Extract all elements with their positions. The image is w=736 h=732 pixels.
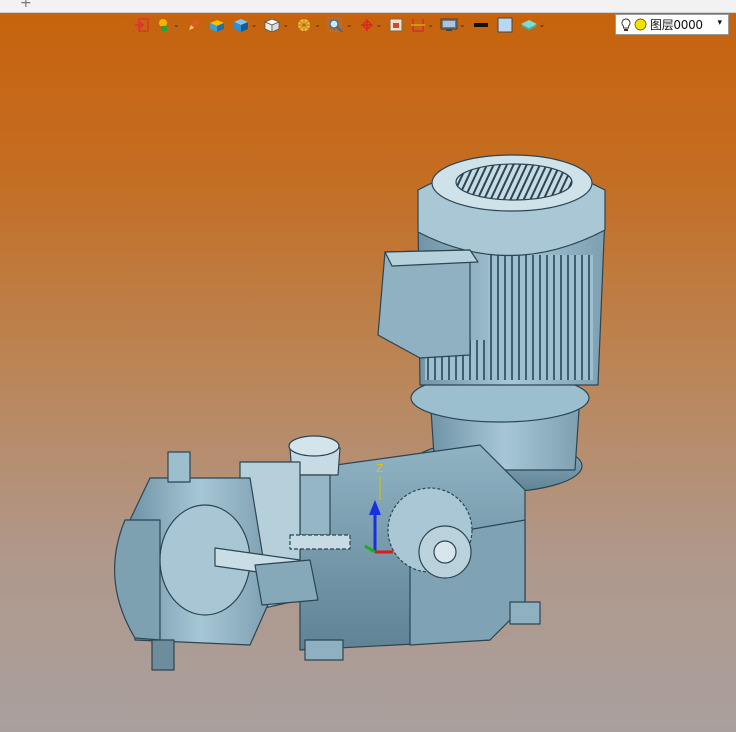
spring-coils (289, 534, 351, 550)
valve-bottom (151, 639, 175, 671)
coordinate-axis-button[interactable]: ⌄ (357, 14, 385, 36)
gearbox-foot-left (304, 639, 344, 661)
layer-material-icon (520, 20, 537, 30)
motor-fins (488, 255, 593, 380)
shaded-solid-button[interactable]: ⌄ (230, 14, 260, 36)
render-sphere-icon (297, 18, 312, 32)
tab-strip: + (0, 0, 736, 13)
motor-grille-pattern (455, 163, 573, 201)
layer-selector[interactable]: 图层0000 ▾ (615, 14, 729, 35)
zoom-fit-button[interactable]: ⌄ (325, 14, 355, 36)
chevron-down-icon: ⌄ (282, 20, 290, 29)
section-view-icon (411, 19, 426, 32)
pencil-button[interactable] (184, 14, 204, 36)
chevron-down-icon: ⌄ (427, 20, 434, 29)
diaphragm-chamber (113, 519, 161, 641)
view-toolbar: ⌄ ⌄ ⌄ ⌄ ⌄ ⌄ ⌄ ⌄ ⌄ (132, 14, 547, 36)
view-frame-icon (389, 18, 403, 32)
zoom-fit-icon (327, 17, 343, 33)
model-viewport[interactable]: Z (0, 36, 736, 732)
render-sphere-button[interactable]: ⌄ (293, 14, 323, 36)
chevron-down-icon: ⌄ (250, 20, 258, 29)
exit-sketch-button[interactable] (132, 14, 152, 36)
view-frame-button[interactable] (386, 14, 406, 36)
crank-link (254, 559, 319, 606)
pencil-icon (188, 19, 200, 30)
exit-sketch-icon (135, 18, 149, 32)
chevron-down-icon: ⌄ (314, 20, 321, 29)
section-view-button[interactable]: ⌄ (408, 14, 436, 36)
layer-material-button[interactable]: ⌄ (518, 14, 548, 36)
wireframe-cube-icon (264, 18, 281, 33)
layer-color-dot-icon (634, 18, 647, 31)
line-color-icon (473, 23, 488, 27)
valve-top (167, 451, 191, 483)
shaded-solid-icon (233, 19, 248, 32)
new-tab-button[interactable]: + (20, 0, 32, 11)
worm-gear-bore (433, 540, 457, 564)
chevron-down-icon: ⌄ (345, 20, 353, 29)
wireframe-cube-button[interactable]: ⌄ (261, 14, 291, 36)
stroke-knob-top (288, 435, 340, 457)
layer-name: 图层0000 (650, 18, 703, 32)
pump-model (113, 154, 606, 671)
line-color-button[interactable] (470, 14, 492, 36)
chevron-down-icon: ⌄ (173, 20, 180, 29)
chevron-down-icon: ⌄ (538, 20, 546, 29)
display-monitor-icon (440, 18, 458, 31)
fill-color-icon (497, 17, 513, 33)
coordinate-axis-icon (360, 19, 373, 31)
gearbox-foot-right (509, 601, 541, 625)
chevron-down-icon: ⌄ (375, 20, 383, 29)
chevron-down-icon[interactable]: ▾ (717, 18, 722, 28)
display-monitor-button[interactable]: ⌄ (438, 14, 468, 36)
axis-z-label: Z (376, 462, 384, 475)
shaded-face-icon (209, 20, 224, 32)
snap-filter-icon (159, 19, 167, 31)
stroke-shaft (299, 474, 331, 536)
fill-color-button[interactable] (494, 14, 516, 36)
shaded-face-button[interactable] (206, 14, 228, 36)
snap-filter-button[interactable]: ⌄ (154, 14, 182, 36)
chevron-down-icon: ⌄ (458, 20, 466, 29)
lightbulb-icon (621, 18, 631, 31)
